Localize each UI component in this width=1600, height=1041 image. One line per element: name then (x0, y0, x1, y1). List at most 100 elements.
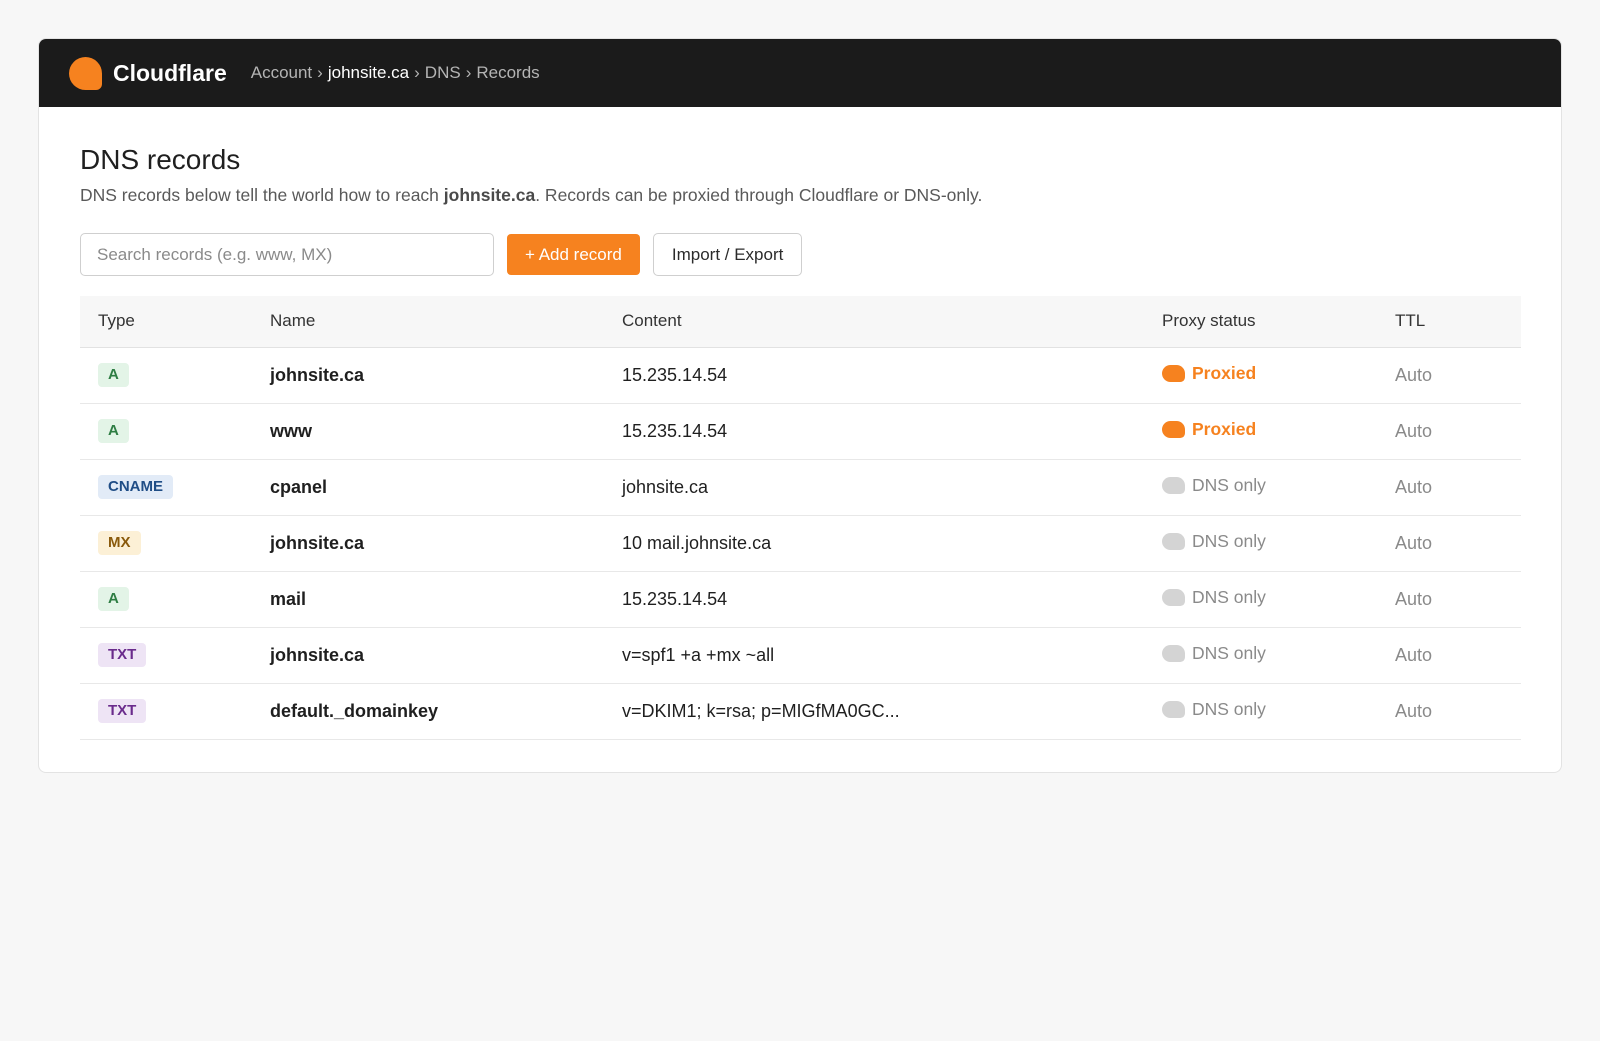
proxy-status-cell: DNS only (1162, 515, 1395, 572)
subtitle-text-end: . Records can be proxied through Cloudfl… (535, 185, 983, 205)
main-content: DNS records DNS records below tell the w… (39, 107, 1561, 740)
record-content[interactable]: johnsite.ca (622, 459, 1162, 516)
type-cell: A (80, 571, 270, 628)
record-name[interactable]: johnsite.ca (270, 515, 622, 572)
proxy-status-label: Proxied (1192, 419, 1257, 439)
dns-records-table: Type Name Content Proxy status TTL Ajohn… (80, 296, 1521, 740)
record-name[interactable]: www (270, 403, 622, 460)
table-row[interactable]: MX johnsite.ca 10 mail.johnsite.ca DNS only… (80, 515, 1521, 572)
record-content[interactable]: 10 mail.johnsite.ca (622, 515, 1162, 572)
breadcrumb-separator: › (465, 63, 472, 82)
proxy-status-label: DNS only (1192, 643, 1266, 663)
proxy-status-cell: Proxied (1162, 347, 1395, 404)
cloud-icon (1162, 365, 1185, 382)
proxy-status-label: DNS only (1192, 531, 1266, 551)
record-content[interactable]: v=DKIM1; k=rsa; p=MIGfMA0GC... (622, 683, 1162, 740)
record-type-badge: A (98, 587, 129, 611)
record-ttl: Auto (1395, 347, 1521, 404)
record-type-badge: CNAME (98, 475, 173, 499)
type-cell: CNAME (80, 459, 270, 516)
column-header-name[interactable]: Name (270, 296, 622, 348)
subtitle-text-start: DNS records below tell the world how to … (80, 185, 444, 205)
record-content[interactable]: v=spf1 +a +mx ~all (622, 627, 1162, 684)
table-header-row: Type Name Content Proxy status TTL (80, 296, 1521, 348)
type-cell: A (80, 347, 270, 404)
record-ttl: Auto (1395, 683, 1521, 740)
proxy-status-label: DNS only (1192, 475, 1266, 495)
brand-name[interactable]: Cloudflare (113, 60, 227, 87)
type-cell: TXT (80, 683, 270, 740)
table-row[interactable]: TXT default._domainkey v=DKIM1; k=rsa; p=M… (80, 683, 1521, 740)
breadcrumb: Account › johnsite.ca › DNS › Records (251, 63, 540, 83)
table-row[interactable]: Ajohnsite.ca 15.235.14.54 Proxied Auto (80, 347, 1521, 404)
proxy-status-cell: DNS only (1162, 571, 1395, 628)
page-title: DNS records (80, 144, 241, 175)
breadcrumb-separator: › (317, 63, 323, 82)
record-content[interactable]: 15.235.14.54 (622, 347, 1162, 404)
column-header-content[interactable]: Content (622, 296, 1162, 348)
record-type-badge: TXT (98, 643, 147, 667)
cloud-icon (1162, 701, 1185, 718)
column-header-proxy-status[interactable]: Proxy status (1162, 296, 1395, 348)
proxy-status-label: DNS only (1192, 699, 1266, 719)
search-records-input[interactable] (80, 233, 494, 276)
table-body: Ajohnsite.ca 15.235.14.54 Proxied Auto Awww 1… (80, 347, 1521, 740)
proxy-status-toggle[interactable]: DNS only (1162, 699, 1266, 720)
records-toolbar: + Add record Import / Export (80, 233, 1520, 276)
record-content[interactable]: 15.235.14.54 (622, 571, 1162, 628)
column-header-ttl[interactable]: TTL (1395, 296, 1521, 348)
table-row[interactable]: Awww 15.235.14.54 Proxied Auto (80, 403, 1521, 460)
proxy-status-toggle[interactable]: DNS only (1162, 643, 1266, 664)
page-subtitle: DNS records below tell the world how to … (80, 183, 1520, 207)
cloudflare-logo-icon[interactable] (69, 56, 102, 90)
proxy-status-toggle[interactable]: DNS only (1162, 531, 1266, 552)
proxy-status-cell: Proxied (1162, 403, 1395, 460)
cloud-icon (1162, 477, 1185, 494)
proxy-status-toggle[interactable]: DNS only (1162, 587, 1266, 608)
proxy-status-toggle[interactable]: Proxied (1162, 363, 1256, 384)
proxy-status-label: DNS only (1192, 587, 1266, 607)
record-content[interactable]: 15.235.14.54 (622, 403, 1162, 460)
record-ttl: Auto (1395, 403, 1521, 460)
breadcrumb-separator: › (414, 63, 420, 82)
type-cell: A (80, 403, 270, 460)
table-row[interactable]: CNAME cpanel johnsite.ca DNS only Auto (80, 459, 1521, 516)
record-ttl: Auto (1395, 627, 1521, 684)
proxy-status-cell: DNS only (1162, 683, 1395, 740)
top-navigation-bar: Cloudflare Account › johnsite.ca › DNS ›… (39, 39, 1561, 107)
record-name[interactable]: johnsite.ca (270, 347, 622, 404)
record-ttl: Auto (1395, 571, 1521, 628)
import-export-button[interactable]: Import / Export (652, 233, 803, 276)
proxy-status-cell: DNS only (1162, 627, 1395, 684)
proxy-status-toggle[interactable]: Proxied (1162, 419, 1256, 440)
proxy-status-cell: DNS only (1162, 459, 1395, 516)
breadcrumb-account[interactable]: Account (251, 63, 312, 83)
record-type-badge: A (98, 363, 129, 387)
record-name[interactable]: cpanel (270, 459, 622, 516)
record-type-badge: MX (98, 531, 141, 555)
cloud-icon (1162, 645, 1185, 662)
record-type-badge: TXT (98, 699, 147, 723)
breadcrumb-domain[interactable]: johnsite.ca (328, 63, 409, 83)
type-cell: MX (80, 515, 270, 572)
record-name[interactable]: default._domainkey (270, 683, 622, 740)
record-type-badge: A (98, 419, 129, 443)
cloud-icon (1162, 533, 1185, 550)
dns-records-card: Cloudflare Account › johnsite.ca › DNS ›… (38, 38, 1562, 773)
proxy-status-label: Proxied (1192, 363, 1257, 383)
breadcrumb-dns[interactable]: DNS (425, 63, 461, 83)
subtitle-domain: johnsite.ca (443, 185, 536, 205)
record-ttl: Auto (1395, 459, 1521, 516)
record-name[interactable]: johnsite.ca (270, 627, 622, 684)
type-cell: TXT (80, 627, 270, 684)
cloud-icon (1162, 589, 1185, 606)
add-record-button[interactable]: + Add record (507, 234, 640, 275)
cloud-icon (1162, 421, 1185, 438)
table-row[interactable]: TXT johnsite.ca v=spf1 +a +mx ~all DNS only… (80, 627, 1521, 684)
proxy-status-toggle[interactable]: DNS only (1162, 475, 1266, 496)
record-name[interactable]: mail (270, 571, 622, 628)
breadcrumb-records: Records (476, 63, 540, 82)
record-ttl: Auto (1395, 515, 1521, 572)
column-header-type[interactable]: Type (80, 296, 270, 348)
table-row[interactable]: Amail 15.235.14.54 DNS only Auto (80, 571, 1521, 628)
